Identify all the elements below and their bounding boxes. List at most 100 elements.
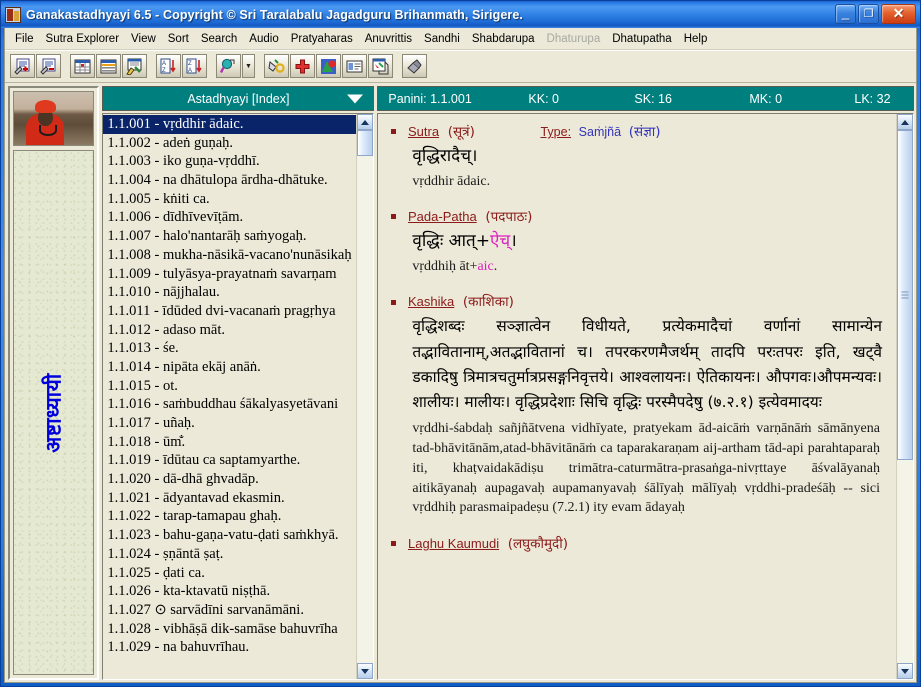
list-item[interactable]: 1.1.008 - mukha-nāsikā-vacano'nunāsikaḥ — [103, 246, 356, 265]
audio-speaker-icon[interactable] — [402, 54, 427, 78]
list-item[interactable]: 1.1.006 - dīdhīvevīṭām. — [103, 208, 356, 227]
scroll-thumb[interactable] — [357, 130, 374, 156]
left-sidebar: अष्टाध्यायी — [8, 86, 100, 680]
list-item[interactable]: 1.1.016 - saṁbuddhau śākalyasyetāvani — [103, 395, 356, 414]
grid-view-icon[interactable] — [70, 54, 95, 78]
list-view-icon[interactable] — [96, 54, 121, 78]
menu-item-sutra-explorer[interactable]: Sutra Explorer — [40, 31, 126, 47]
list-item[interactable]: 1.1.025 - ḍati ca. — [103, 564, 356, 583]
sort-descending-icon[interactable]: Z A — [182, 54, 207, 78]
zoom-out-text-icon[interactable] — [36, 54, 61, 78]
pada-patha-roman-line: vṛddhiḥ āt+aic. — [412, 257, 890, 277]
list-item[interactable]: 1.1.029 - na bahuvrīhau. — [103, 638, 356, 657]
menu-item-search[interactable]: Search — [195, 31, 243, 47]
maximize-button[interactable]: ❐ — [858, 4, 879, 24]
list-item[interactable]: 1.1.013 - śe. — [103, 339, 356, 358]
mk-count: MK: 0 — [749, 91, 783, 106]
menu-item-pratyaharas[interactable]: Pratyaharas — [285, 31, 359, 47]
pada-patha-devanagari-text: वृद्धिः आत्+ — [412, 231, 490, 252]
list-item[interactable]: 1.1.019 - īdūtau ca saptamyarthe. — [103, 451, 356, 470]
menu-item-dhatupatha[interactable]: Dhatupatha — [606, 31, 677, 47]
list-item[interactable]: 1.1.018 - ūm̐. — [103, 433, 356, 452]
list-item[interactable]: 1.1.007 - halo'nantarāḥ saṁyogaḥ. — [103, 227, 356, 246]
chevron-down-icon[interactable] — [347, 94, 364, 103]
bullet-icon — [391, 541, 397, 547]
menu-item-sort[interactable]: Sort — [162, 31, 195, 47]
svg-text:A: A — [188, 68, 192, 74]
report-tools-icon[interactable] — [122, 54, 147, 78]
detail-scrollbar[interactable] — [896, 114, 913, 679]
detail-content: Sutra (सूत्रं) Type: Saṁjñā (संज्ञा) वृद… — [378, 114, 896, 679]
list-item[interactable]: 1.1.020 - dā-dhā ghvadāp. — [103, 470, 356, 489]
menu-item-help[interactable]: Help — [678, 31, 714, 47]
detail-scroll-thumb[interactable] — [897, 130, 913, 460]
add-red-cross-icon[interactable] — [290, 54, 315, 78]
detail-content-box[interactable]: Sutra (सूत्रं) Type: Saṁjñā (संज्ञा) वृद… — [377, 113, 914, 680]
section-laghu-kaumudi-header: Laghu Kaumudi (लघुकौमुदी) — [390, 534, 890, 552]
menu-bar: File Sutra Explorer View Sort Search Audio Pra… — [5, 28, 916, 50]
kashika-link[interactable]: Kashika — [408, 294, 454, 309]
list-item[interactable]: 1.1.027 ⊙ sarvādīni sarvanāmāni. — [103, 601, 356, 620]
menu-item-sandhi[interactable]: Sandhi — [418, 31, 466, 47]
list-item[interactable]: 1.1.005 - kṅiti ca. — [103, 190, 356, 209]
list-item[interactable]: 1.1.023 - bahu-gaṇa-vatu-ḍati saṁkhyā. — [103, 526, 356, 545]
list-item[interactable]: 1.1.002 - adeṅ guṇaḥ. — [103, 134, 356, 153]
scroll-grip-icon — [901, 291, 909, 299]
list-item[interactable]: 1.1.021 - ādyantavad ekasmin. — [103, 489, 356, 508]
type-label[interactable]: Type: — [540, 125, 571, 139]
shapes-color-icon[interactable] — [316, 54, 341, 78]
section-pada-patha: Pada-Patha (पदपाठः) वृद्धिः आत्+ऐच्। vṛd… — [390, 207, 890, 276]
list-item[interactable]: 1.1.015 - ot. — [103, 377, 356, 396]
menu-item-file[interactable]: File — [9, 31, 40, 47]
detail-scroll-up-button[interactable] — [897, 114, 913, 130]
index-header-label: Astadhyayi [Index] — [187, 91, 290, 106]
sutra-listbox[interactable]: 1.1.001 - vṛddhir ādaic. 1.1.002 - adeṅ g… — [102, 113, 375, 680]
sutra-roman-text: vṛddhir ādaic. — [412, 173, 491, 189]
list-item[interactable]: 1.1.028 - vibhāṣā dik-samāse bahuvrīha — [103, 620, 356, 639]
index-dropdown-header[interactable]: Astadhyayi [Index] — [102, 86, 375, 111]
list-item[interactable]: 1.1.001 - vṛddhir ādaic. — [103, 115, 357, 134]
menu-item-anuvrittis[interactable]: Anuvrittis — [359, 31, 418, 47]
list-item[interactable]: 1.1.003 - iko guṇa-vṛddhī. — [103, 152, 356, 171]
export-window-icon[interactable] — [368, 54, 393, 78]
detail-scroll-track[interactable] — [897, 130, 913, 663]
list-item[interactable]: 1.1.009 - tulyāsya-prayatnaṁ savarṇam — [103, 265, 356, 284]
banner-text: अष्टाध्यायी — [41, 372, 66, 453]
scroll-up-button[interactable] — [357, 114, 374, 130]
sort-ascending-icon[interactable]: A Z — [156, 54, 181, 78]
list-item[interactable]: 1.1.011 - īdūded dvi-vacanaṁ pragṛhya — [103, 302, 356, 321]
sutra-list-items[interactable]: 1.1.001 - vṛddhir ādaic. 1.1.002 - adeṅ g… — [103, 114, 357, 679]
sutra-list-scrollbar[interactable] — [356, 114, 374, 679]
sutra-link[interactable]: Sutra — [408, 124, 439, 139]
list-item[interactable]: 1.1.014 - nipāta ekāj anāṅ. — [103, 358, 356, 377]
bullet-icon — [391, 299, 397, 305]
lk-count: LK: 32 — [854, 91, 891, 106]
list-item[interactable]: 1.1.012 - adaso māt. — [103, 321, 356, 340]
pratyahara-tool-icon[interactable] — [264, 54, 289, 78]
kk-count: KK: 0 — [528, 91, 559, 106]
client-area: File Sutra Explorer View Sort Search Audio Pra… — [4, 28, 917, 683]
menu-item-view[interactable]: View — [125, 31, 162, 47]
laghu-kaumudi-link[interactable]: Laghu Kaumudi — [408, 536, 499, 551]
detail-scroll-down-button[interactable] — [897, 663, 913, 679]
zoom-in-text-icon[interactable] — [10, 54, 35, 78]
menu-item-shabdarupa[interactable]: Shabdarupa — [466, 31, 541, 47]
minimize-button[interactable]: _ — [835, 4, 856, 24]
list-item[interactable]: 1.1.026 - kta-ktavatū niṣṭhā. — [103, 582, 356, 601]
menu-item-audio[interactable]: Audio — [243, 31, 284, 47]
scroll-down-button[interactable] — [357, 663, 374, 679]
section-kashika-header: Kashika (काशिका) — [390, 292, 890, 310]
scroll-track[interactable] — [357, 130, 374, 663]
close-button[interactable]: ✕ — [881, 4, 916, 24]
list-item[interactable]: 1.1.010 - nājjhalau. — [103, 283, 356, 302]
details-pane-icon[interactable] — [342, 54, 367, 78]
search-dropdown-arrow[interactable]: ▼ — [242, 54, 255, 78]
list-item[interactable]: 1.1.017 - uñaḥ. — [103, 414, 356, 433]
pada-patha-link[interactable]: Pada-Patha — [408, 209, 477, 224]
list-item[interactable]: 1.1.004 - na dhātulopa ārdha-dhātuke. — [103, 171, 356, 190]
pada-patha-devanagari-line: वृद्धिः आत्+ऐच्। — [412, 229, 890, 254]
svg-text:Z: Z — [162, 68, 166, 74]
list-item[interactable]: 1.1.024 - ṣṇāntā ṣaṭ. — [103, 545, 356, 564]
list-item[interactable]: 1.1.022 - tarap-tamapau ghaḥ. — [103, 507, 356, 526]
search-icon[interactable] — [216, 54, 241, 78]
